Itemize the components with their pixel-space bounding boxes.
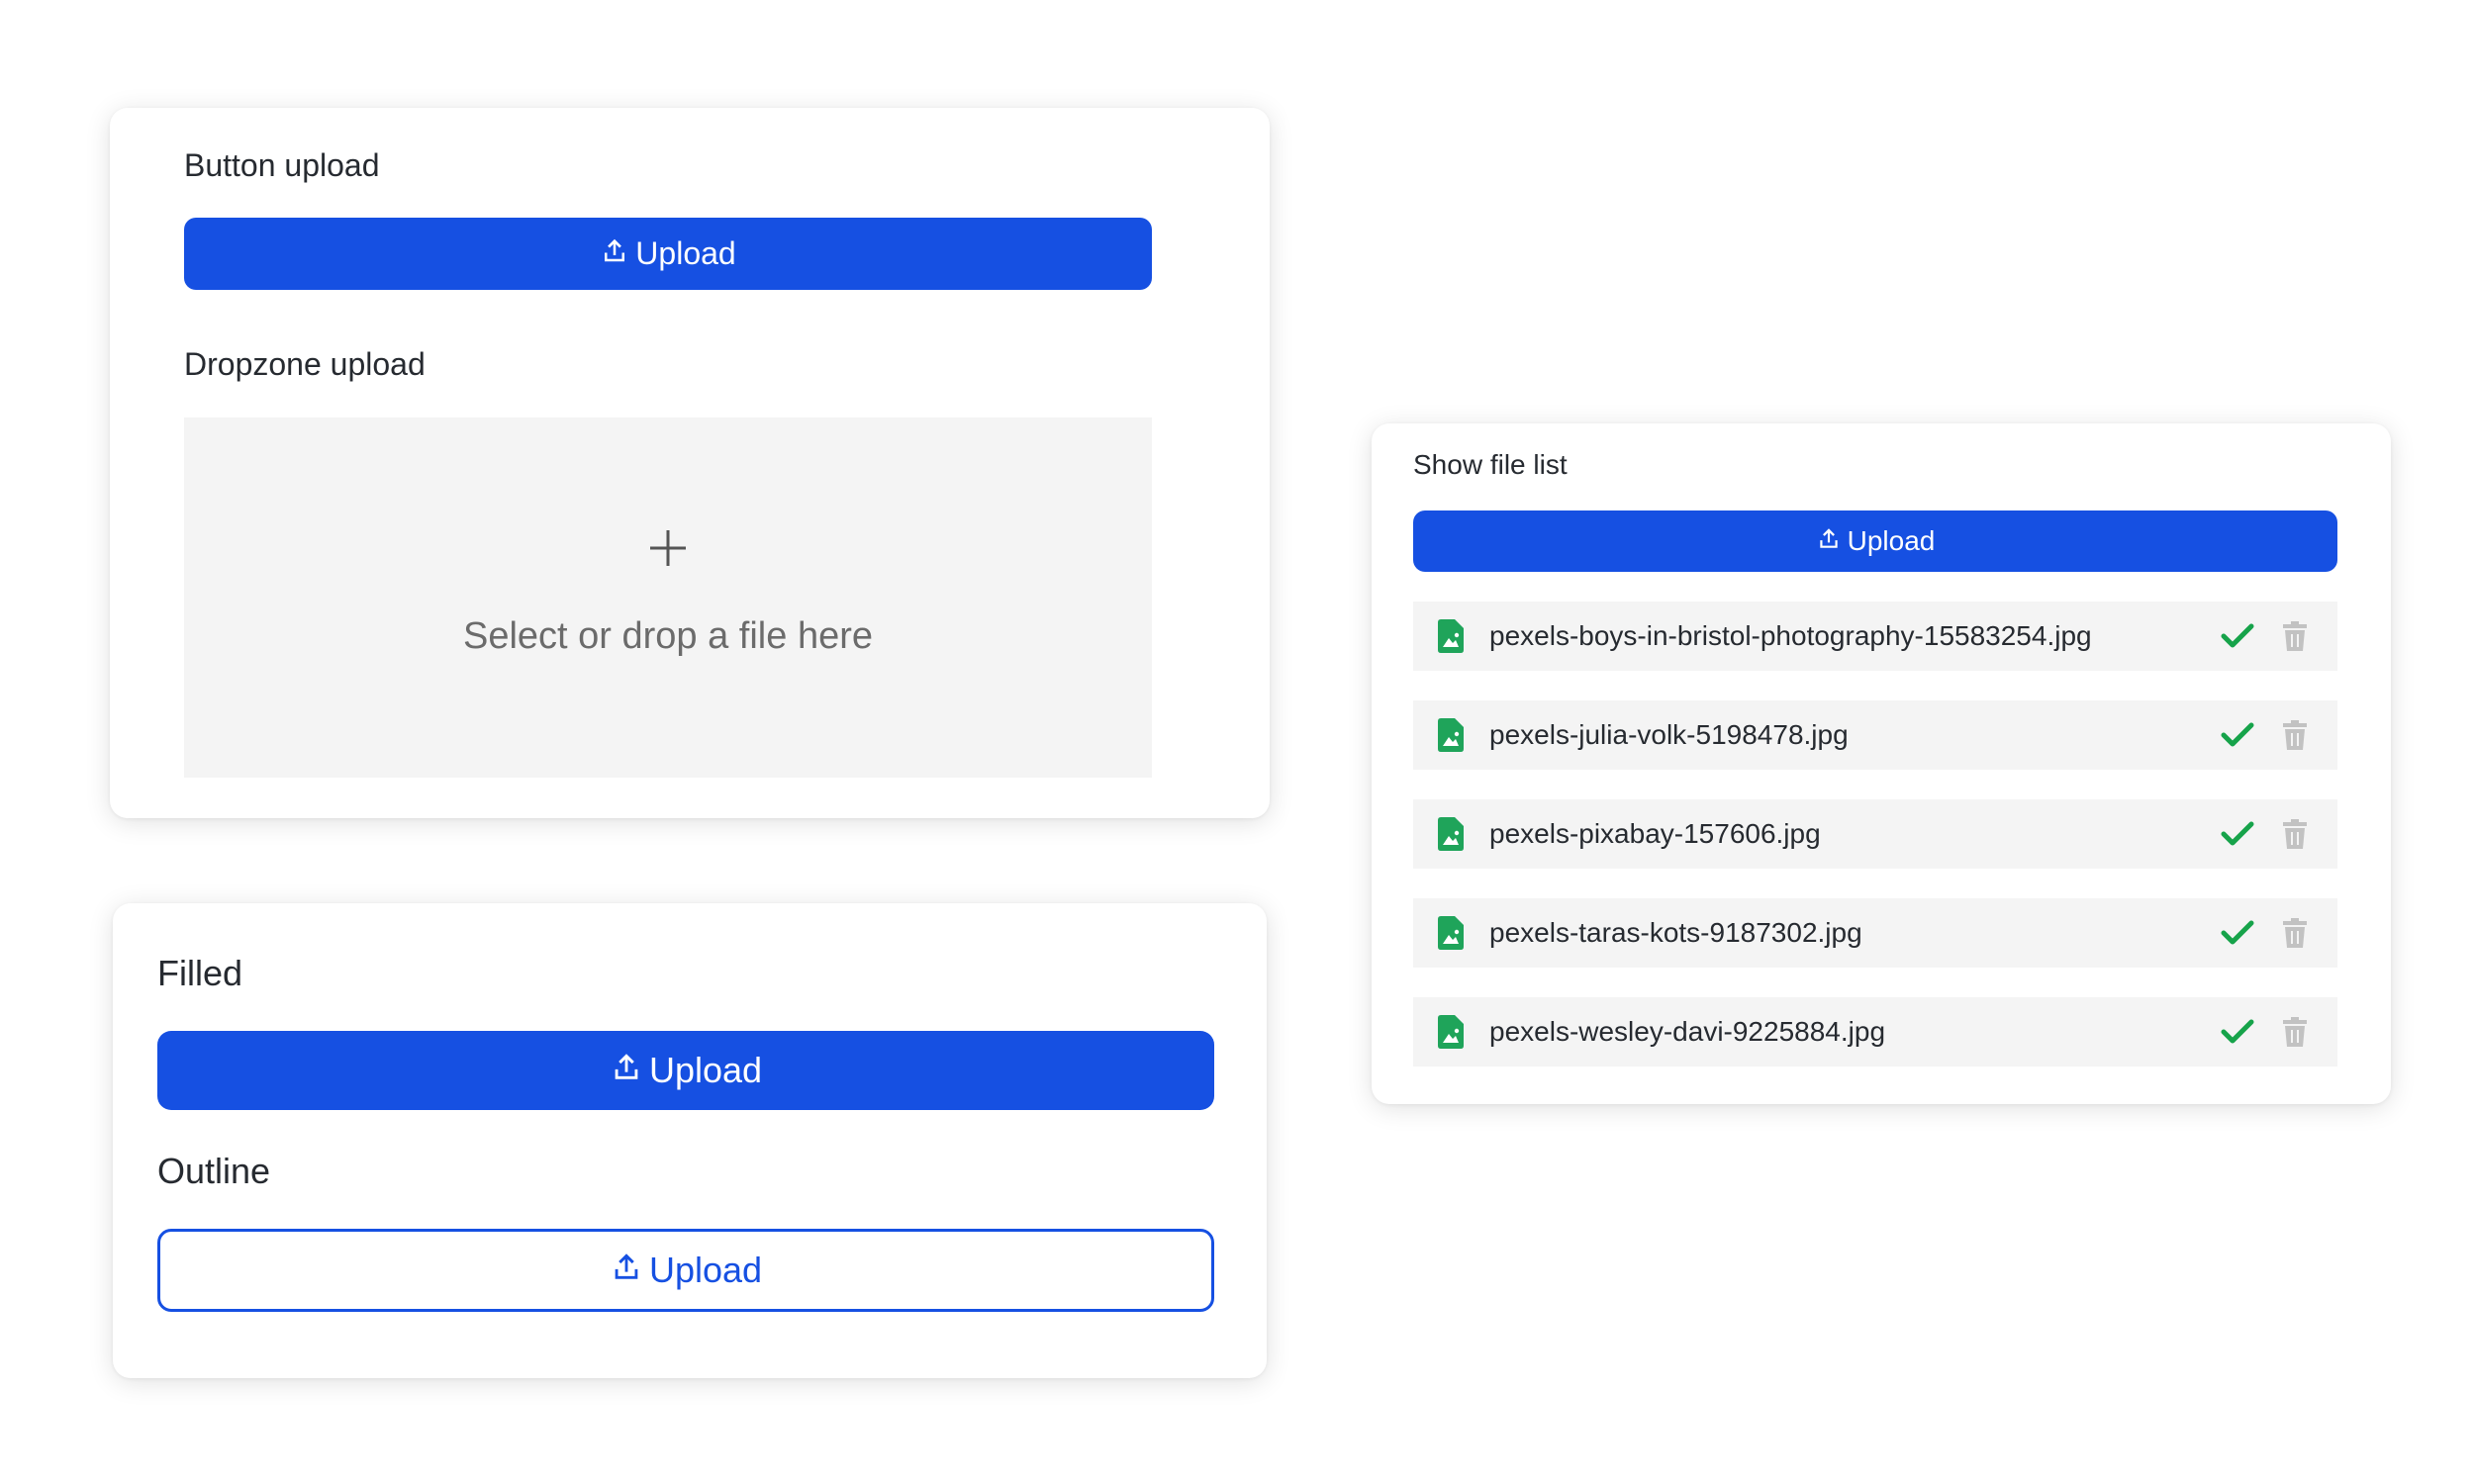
- outline-upload-button-label: Upload: [648, 1250, 763, 1290]
- upload-icon: [610, 1250, 643, 1292]
- file-list-item: pexels-boys-in-bristol-photography-15583…: [1413, 602, 2337, 671]
- upload-button-label: Upload: [635, 235, 736, 271]
- check-icon: [2221, 621, 2254, 651]
- image-file-icon: [1438, 817, 1464, 851]
- check-icon: [2221, 819, 2254, 849]
- trash-icon[interactable]: [2282, 819, 2308, 849]
- file-list-upload-button-label: Upload: [1847, 525, 1936, 556]
- dropzone-upload-title: Dropzone upload: [184, 346, 426, 382]
- outline-upload-button[interactable]: Upload: [157, 1229, 1214, 1312]
- upload-icon: [610, 1050, 643, 1092]
- plus-icon: [184, 528, 1152, 573]
- file-name: pexels-pixabay-157606.jpg: [1489, 818, 1821, 849]
- file-name: pexels-taras-kots-9187302.jpg: [1489, 917, 1862, 948]
- file-dropzone[interactable]: Select or drop a file here: [184, 417, 1152, 778]
- trash-icon[interactable]: [2282, 621, 2308, 651]
- filled-title: Filled: [157, 953, 243, 993]
- dropzone-text: Select or drop a file here: [462, 615, 873, 657]
- upload-icon: [600, 235, 629, 273]
- image-file-icon: [1438, 619, 1464, 653]
- file-name: pexels-boys-in-bristol-photography-15583…: [1489, 620, 2092, 651]
- button-upload-card: Button upload Upload Dropzone upload Sel…: [110, 108, 1270, 818]
- filled-upload-button-label: Upload: [648, 1050, 763, 1090]
- image-file-icon: [1438, 718, 1464, 752]
- file-list-title: Show file list: [1413, 449, 1568, 480]
- filled-upload-button[interactable]: Upload: [157, 1031, 1214, 1110]
- file-name: pexels-wesley-davi-9225884.jpg: [1489, 1016, 1886, 1047]
- upload-icon: [1816, 525, 1842, 558]
- trash-icon[interactable]: [2282, 1017, 2308, 1047]
- file-list-card: Show file list Upload pexels-boys-in-bri…: [1372, 423, 2391, 1104]
- trash-icon[interactable]: [2282, 720, 2308, 750]
- image-file-icon: [1438, 916, 1464, 950]
- trash-icon[interactable]: [2282, 918, 2308, 948]
- check-icon: [2221, 720, 2254, 750]
- file-list-item: pexels-julia-volk-5198478.jpg: [1413, 700, 2337, 770]
- file-list-item: pexels-pixabay-157606.jpg: [1413, 799, 2337, 869]
- check-icon: [2221, 918, 2254, 948]
- image-file-icon: [1438, 1015, 1464, 1049]
- button-upload-title: Button upload: [184, 147, 380, 183]
- check-icon: [2221, 1017, 2254, 1047]
- file-list-item: pexels-taras-kots-9187302.jpg: [1413, 898, 2337, 968]
- file-name: pexels-julia-volk-5198478.jpg: [1489, 719, 1849, 750]
- upload-variants-card: Filled Upload Outline Upload: [113, 903, 1267, 1378]
- upload-button[interactable]: Upload: [184, 218, 1152, 290]
- file-list-item: pexels-wesley-davi-9225884.jpg: [1413, 997, 2337, 1067]
- file-list-upload-button[interactable]: Upload: [1413, 510, 2337, 572]
- outline-title: Outline: [157, 1151, 271, 1191]
